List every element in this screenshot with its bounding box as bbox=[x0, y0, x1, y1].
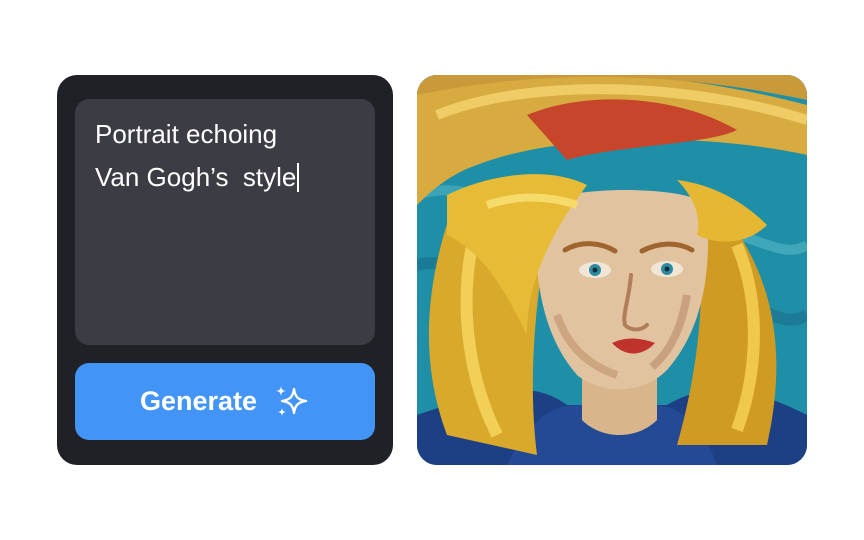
generated-portrait-image bbox=[417, 75, 807, 465]
prompt-line-2: Van Gogh’s style bbox=[95, 156, 355, 199]
text-caret bbox=[297, 163, 300, 192]
sparkles-icon bbox=[276, 385, 308, 416]
prompt-line-2-text: Van Gogh’s style bbox=[95, 162, 297, 192]
generate-button[interactable]: Generate bbox=[75, 363, 375, 440]
prompt-input[interactable]: Portrait echoing Van Gogh’s style bbox=[75, 99, 375, 345]
prompt-panel: Portrait echoing Van Gogh’s style Genera… bbox=[57, 75, 393, 465]
prompt-line-1: Portrait echoing bbox=[95, 119, 278, 149]
generate-button-label: Generate bbox=[139, 386, 258, 416]
